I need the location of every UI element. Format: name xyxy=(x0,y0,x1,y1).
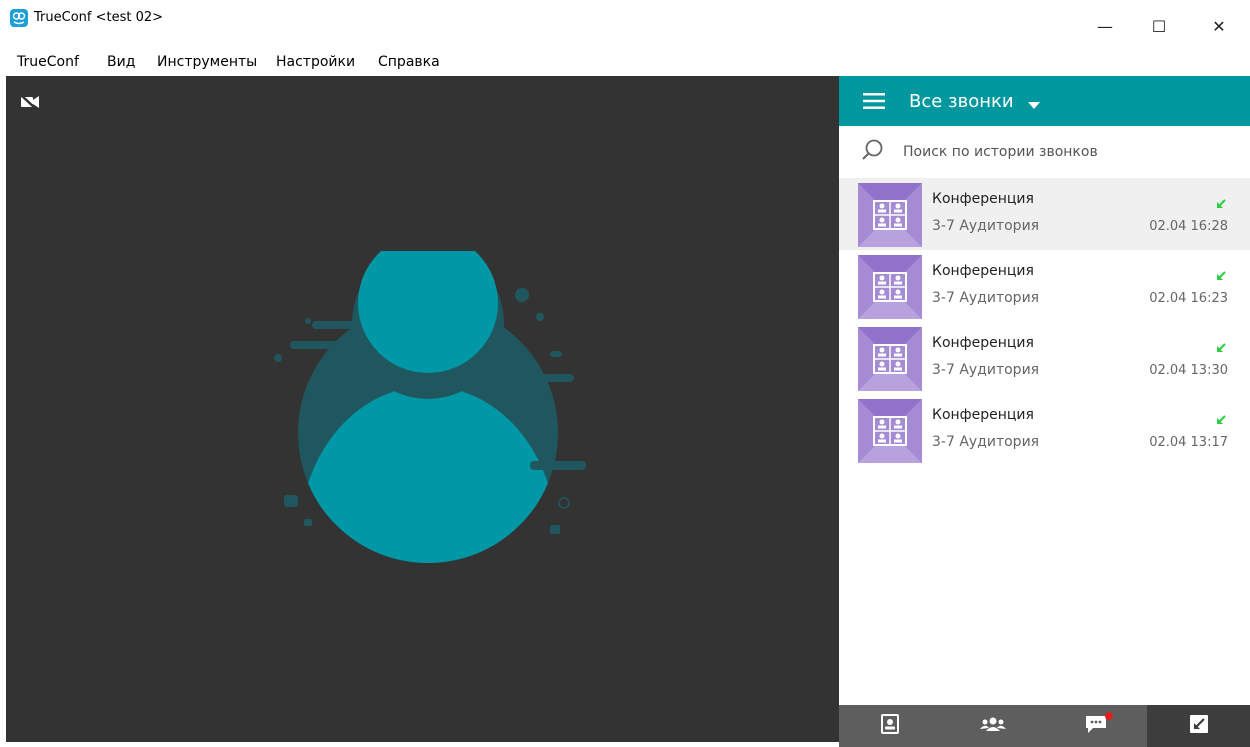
hamburger-menu-icon[interactable] xyxy=(863,93,885,113)
bottom-nav xyxy=(839,705,1250,747)
call-name: Конференция xyxy=(932,407,1034,423)
nav-conferences[interactable] xyxy=(942,705,1045,747)
call-room: 3-7 Аудитория xyxy=(932,362,1040,378)
avatar-placeholder-icon xyxy=(274,251,586,563)
call-history-item[interactable]: Конференция 3-7 Аудитория 02.04 13:17 xyxy=(839,394,1250,466)
contacts-icon xyxy=(881,714,900,738)
search-icon xyxy=(861,138,885,166)
video-area[interactable] xyxy=(6,76,839,742)
nav-chat[interactable] xyxy=(1045,705,1148,747)
call-room: 3-7 Аудитория xyxy=(932,434,1040,450)
conference-icon xyxy=(858,183,922,247)
call-timestamp: 02.04 16:23 xyxy=(1149,291,1228,306)
close-button[interactable]: ✕ xyxy=(1196,0,1242,52)
conferences-icon xyxy=(980,716,1007,736)
trueconf-logo-icon xyxy=(10,9,28,27)
window-title: TrueConf <test 02> xyxy=(34,10,164,25)
search-input[interactable] xyxy=(901,139,1205,165)
call-history-item[interactable]: Конференция 3-7 Аудитория 02.04 13:30 xyxy=(839,322,1250,394)
call-name: Конференция xyxy=(932,335,1034,351)
incoming-call-arrow-icon xyxy=(1216,410,1226,429)
title-bar: TrueConf <test 02> — ☐ ✕ xyxy=(0,0,1250,52)
minimize-icon: — xyxy=(1097,16,1113,36)
minimize-button[interactable]: — xyxy=(1082,0,1128,52)
conference-icon xyxy=(858,399,922,463)
maximize-icon: ☐ xyxy=(1151,16,1167,36)
call-name: Конференция xyxy=(932,263,1034,279)
call-timestamp: 02.04 16:28 xyxy=(1149,219,1228,234)
search-bar xyxy=(839,126,1250,178)
menu-help[interactable]: Справка xyxy=(378,54,440,70)
call-history-panel: Все звонки Поиск по истории звонков Конф… xyxy=(839,76,1250,747)
call-history-icon xyxy=(1189,715,1208,737)
nav-contacts[interactable] xyxy=(839,705,942,747)
menu-view[interactable]: Вид xyxy=(107,54,135,70)
call-room: 3-7 Аудитория xyxy=(932,218,1040,234)
incoming-call-arrow-icon xyxy=(1216,266,1226,285)
unread-badge xyxy=(1104,712,1113,720)
call-name: Конференция xyxy=(932,191,1034,207)
call-timestamp: 02.04 13:30 xyxy=(1149,363,1228,378)
calls-list: Конференция 3-7 Аудитория 02.04 16:28 Ко… xyxy=(839,178,1250,466)
calls-filter-dropdown[interactable]: Все звонки xyxy=(909,91,1014,112)
incoming-call-arrow-icon xyxy=(1216,338,1226,357)
call-timestamp: 02.04 13:17 xyxy=(1149,435,1228,450)
panel-header: Все звонки xyxy=(839,76,1250,126)
camera-off-icon[interactable] xyxy=(20,94,40,114)
menu-settings[interactable]: Настройки xyxy=(276,54,355,70)
nav-call-history[interactable] xyxy=(1147,705,1250,747)
conference-icon xyxy=(858,327,922,391)
menu-bar: TrueConf Вид Инструменты Настройки Справ… xyxy=(0,52,1250,76)
maximize-button[interactable]: ☐ xyxy=(1136,0,1182,52)
conference-icon xyxy=(858,255,922,319)
call-room: 3-7 Аудитория xyxy=(932,290,1040,306)
incoming-call-arrow-icon xyxy=(1216,194,1226,213)
chat-icon xyxy=(1085,714,1107,738)
close-icon: ✕ xyxy=(1212,16,1226,36)
menu-trueconf[interactable]: TrueConf xyxy=(17,54,79,70)
call-history-item[interactable]: Конференция 3-7 Аудитория 02.04 16:23 xyxy=(839,250,1250,322)
chevron-down-icon[interactable] xyxy=(1028,95,1040,114)
call-history-item[interactable]: Конференция 3-7 Аудитория 02.04 16:28 xyxy=(839,178,1250,250)
menu-tools[interactable]: Инструменты xyxy=(157,54,257,70)
